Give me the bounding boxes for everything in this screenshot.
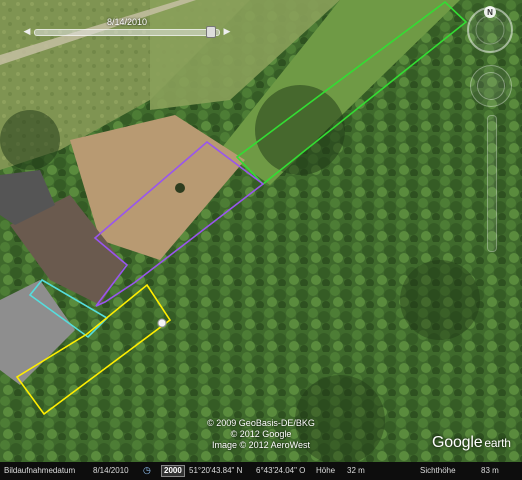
imagery-date-value: 8/14/2010 xyxy=(93,466,129,475)
elevation-value: 32 m xyxy=(347,466,365,475)
satellite-map[interactable] xyxy=(0,0,522,462)
compass-icon[interactable]: N xyxy=(465,5,515,55)
tree-shadow xyxy=(0,110,60,170)
time-slider[interactable]: 8/14/2010 ◀ ▶ xyxy=(22,17,232,43)
logo-google: Google xyxy=(432,434,483,451)
map-viewport[interactable]: 8/14/2010 ◀ ▶ N © 2009 GeoBasis-DE/BKG ©… xyxy=(0,0,522,480)
longitude: 6°43'24.04" O xyxy=(256,466,306,475)
zoom-slider-icon[interactable] xyxy=(487,115,497,252)
copyright-1: © 2009 GeoBasis-DE/BKG xyxy=(207,418,315,428)
time-forward-icon[interactable]: ▶ xyxy=(222,26,232,37)
tree-shadow xyxy=(400,260,480,340)
eye-altitude-value: 83 m xyxy=(481,466,499,475)
tree-dot xyxy=(175,183,185,193)
year-badge[interactable]: 2000 xyxy=(161,465,185,477)
google-earth-logo: Google earth xyxy=(432,434,511,452)
elevation-label: Höhe xyxy=(316,466,336,475)
time-slider-thumb[interactable] xyxy=(206,26,216,38)
time-slider-track[interactable] xyxy=(34,29,220,36)
eye-altitude-label: Sichthöhe xyxy=(420,466,456,475)
status-bar: Bildaufnahmedatum 8/14/2010 ◷ 2000 51°20… xyxy=(0,462,522,480)
time-slider-date: 8/14/2010 xyxy=(106,17,148,27)
compass-north-label: N xyxy=(487,8,493,17)
placemark-pin[interactable] xyxy=(157,318,167,328)
latitude: 51°20'43.84" N xyxy=(189,466,243,475)
historical-imagery-icon[interactable]: ◷ xyxy=(143,465,151,476)
time-back-icon[interactable]: ◀ xyxy=(22,26,32,37)
logo-earth: earth xyxy=(484,436,511,450)
move-joystick-icon[interactable] xyxy=(477,72,505,100)
imagery-date-label: Bildaufnahmedatum xyxy=(4,466,76,475)
